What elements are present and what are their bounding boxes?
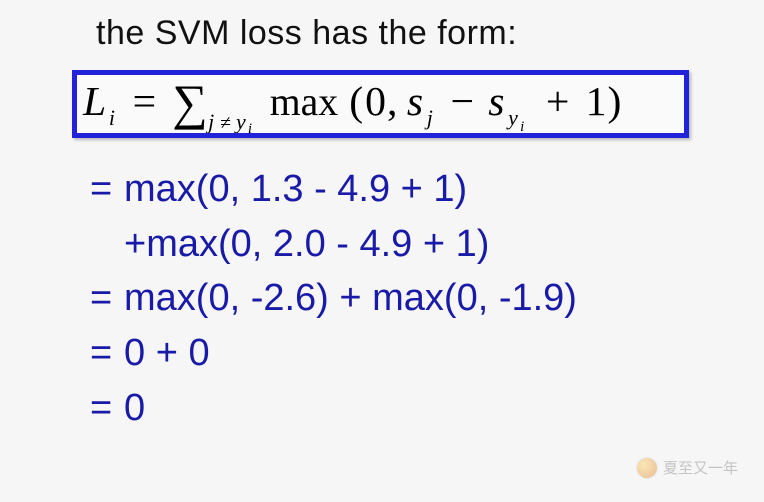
formula-minus: − [451,79,475,125]
calc-line-3-text: max(0, -2.6) + max(0, -1.9) [124,271,577,326]
calculation-block: = max(0, 1.3 - 4.9 + 1) +max(0, 2.0 - 4.… [90,162,577,436]
formula-one: 1 [586,79,607,125]
calc-line-4: = 0 + 0 [90,326,577,381]
formula-sub-ne: ≠ [220,112,231,133]
calc-line-2: +max(0, 2.0 - 4.9 + 1) [90,217,577,272]
formula-zero: 0 [365,79,386,125]
formula-L: L [82,79,106,125]
calc-line-2-indent [90,217,124,272]
calc-line-3-eq: = [90,271,124,326]
calc-line-1-eq: = [90,162,124,217]
formula-L-sub-i: i [109,106,115,130]
calc-line-3: = max(0, -2.6) + max(0, -1.9) [90,271,577,326]
formula-plus: + [546,79,570,125]
watermark-text: 夏至又一年 [663,457,738,478]
calc-line-5: = 0 [90,381,577,436]
calc-line-5-text: 0 [124,381,145,436]
formula-close-paren: ) [608,79,622,125]
heading-text: the SVM loss has the form: [96,14,517,53]
formula-s2-sub-i: i [520,119,524,133]
calc-line-2-text: +max(0, 2.0 - 4.9 + 1) [124,217,489,272]
formula-sigma: ∑ [172,75,207,130]
formula-open-paren: ( [349,79,363,125]
formula-s1: s [407,79,423,125]
formula-s1-sub: j [424,106,433,130]
slide: the SVM loss has the form: L i = ∑ j ≠ y… [0,0,764,502]
formula-sub-y: y [234,110,246,133]
watermark: 夏至又一年 [637,457,738,478]
formula-s2-sub-y: y [506,106,518,130]
formula-comma: , [387,79,397,125]
formula-s2: s [488,79,504,125]
formula-max: max [270,80,339,124]
watermark-sun-icon [637,458,657,478]
svm-loss-formula: L i = ∑ j ≠ y i max ( 0 , s j − s y i + … [81,75,684,133]
svm-loss-formula-box: L i = ∑ j ≠ y i max ( 0 , s j − s y i + … [72,70,689,138]
calc-line-5-eq: = [90,381,124,436]
calc-line-1-text: max(0, 1.3 - 4.9 + 1) [124,162,467,217]
calc-line-1: = max(0, 1.3 - 4.9 + 1) [90,162,577,217]
calc-line-4-eq: = [90,326,124,381]
formula-sub-yi: i [248,121,252,133]
calc-line-4-text: 0 + 0 [124,326,210,381]
formula-equals: = [133,79,157,125]
